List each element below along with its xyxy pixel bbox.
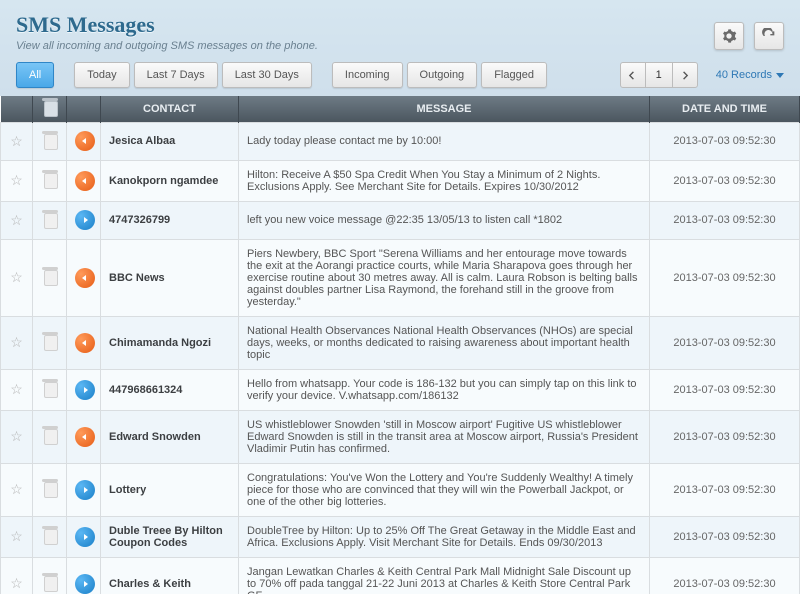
star-icon[interactable]: ☆ bbox=[10, 212, 23, 228]
incoming-icon bbox=[75, 171, 95, 191]
table-row[interactable]: ☆ Charles & Keith Jangan Lewatkan Charles … bbox=[1, 557, 800, 594]
trash-icon[interactable] bbox=[42, 573, 58, 591]
star-icon[interactable]: ☆ bbox=[10, 269, 23, 285]
page-subtitle: View all incoming and outgoing SMS messa… bbox=[0, 40, 800, 62]
trash-icon[interactable] bbox=[42, 267, 58, 285]
message-text: Congratulations: You've Won the Lottery … bbox=[247, 472, 633, 508]
star-icon[interactable]: ☆ bbox=[10, 381, 23, 397]
date-text: 2013-07-03 09:52:30 bbox=[673, 272, 775, 284]
table-row[interactable]: ☆ Kanokporn ngamdee Hilton: Receive A $50 … bbox=[1, 160, 800, 201]
date-text: 2013-07-03 09:52:30 bbox=[673, 214, 775, 226]
contact-name: 447968661324 bbox=[109, 384, 182, 396]
contact-name: Charles & Keith bbox=[109, 578, 191, 590]
date-text: 2013-07-03 09:52:30 bbox=[673, 484, 775, 496]
datetime-header[interactable]: DATE AND TIME bbox=[650, 96, 800, 122]
contact-name: Lottery bbox=[109, 484, 146, 496]
table-row[interactable]: ☆ BBC News Piers Newbery, BBC Sport "Seren… bbox=[1, 239, 800, 316]
date-text: 2013-07-03 09:52:30 bbox=[673, 384, 775, 396]
refresh-button[interactable] bbox=[754, 22, 784, 50]
date-text: 2013-07-03 09:52:30 bbox=[673, 337, 775, 349]
message-text: Hello from whatsapp. Your code is 186-13… bbox=[247, 378, 637, 402]
message-text: Piers Newbery, BBC Sport "Serena William… bbox=[247, 248, 638, 308]
pager-prev[interactable] bbox=[620, 62, 646, 88]
incoming-icon bbox=[75, 333, 95, 353]
star-icon[interactable]: ☆ bbox=[10, 133, 23, 149]
date-text: 2013-07-03 09:52:30 bbox=[673, 175, 775, 187]
filter-toolbar: All Today Last 7 Days Last 30 Days Incom… bbox=[0, 62, 800, 96]
star-icon[interactable]: ☆ bbox=[10, 334, 23, 350]
message-text: Lady today please contact me by 10:00! bbox=[247, 135, 441, 147]
star-icon[interactable]: ☆ bbox=[10, 481, 23, 497]
date-text: 2013-07-03 09:52:30 bbox=[673, 531, 775, 543]
trash-icon[interactable] bbox=[42, 131, 58, 149]
filter-last30[interactable]: Last 30 Days bbox=[222, 62, 312, 88]
gear-icon bbox=[721, 28, 737, 44]
message-text: US whistleblower Snowden 'still in Mosco… bbox=[247, 419, 638, 455]
trash-icon[interactable] bbox=[42, 332, 58, 350]
chevron-right-icon bbox=[680, 71, 689, 80]
filter-last7[interactable]: Last 7 Days bbox=[134, 62, 218, 88]
table-row[interactable]: ☆ Duble Treee By Hilton Coupon Codes Doubl… bbox=[1, 516, 800, 557]
pager-page[interactable]: 1 bbox=[646, 62, 672, 88]
table-row[interactable]: ☆ Chimamanda Ngozi National Health Observa… bbox=[1, 316, 800, 369]
incoming-icon bbox=[75, 268, 95, 288]
records-label: 40 Records bbox=[716, 69, 772, 81]
filter-incoming[interactable]: Incoming bbox=[332, 62, 403, 88]
trash-icon[interactable] bbox=[42, 210, 58, 228]
filter-today[interactable]: Today bbox=[74, 62, 129, 88]
star-icon[interactable]: ☆ bbox=[10, 428, 23, 444]
contact-name: Duble Treee By Hilton Coupon Codes bbox=[109, 525, 223, 549]
trash-icon[interactable] bbox=[42, 170, 58, 188]
refresh-icon bbox=[761, 28, 777, 44]
date-text: 2013-07-03 09:52:30 bbox=[673, 135, 775, 147]
trash-icon[interactable] bbox=[42, 526, 58, 544]
contact-name: Jesica Albaa bbox=[109, 135, 175, 147]
filter-flagged[interactable]: Flagged bbox=[481, 62, 547, 88]
chevron-left-icon bbox=[628, 71, 637, 80]
outgoing-icon bbox=[75, 210, 95, 230]
table-row[interactable]: ☆ 447968661324 Hello from whatsapp. Your c… bbox=[1, 369, 800, 410]
trash-icon[interactable] bbox=[42, 479, 58, 497]
message-text: DoubleTree by Hilton: Up to 25% Off The … bbox=[247, 525, 636, 549]
filter-all[interactable]: All bbox=[16, 62, 54, 88]
table-header-row: CONTACT MESSAGE DATE AND TIME bbox=[1, 96, 800, 122]
messages-table: CONTACT MESSAGE DATE AND TIME ☆ Jesica Al… bbox=[0, 96, 800, 594]
outgoing-icon bbox=[75, 527, 95, 547]
contact-header[interactable]: CONTACT bbox=[101, 96, 239, 122]
contact-name: Kanokporn ngamdee bbox=[109, 175, 218, 187]
message-text: Hilton: Receive A $50 Spa Credit When Yo… bbox=[247, 169, 600, 193]
message-header[interactable]: MESSAGE bbox=[239, 96, 650, 122]
date-text: 2013-07-03 09:52:30 bbox=[673, 431, 775, 443]
contact-name: Chimamanda Ngozi bbox=[109, 337, 211, 349]
incoming-icon bbox=[75, 427, 95, 447]
filter-outgoing[interactable]: Outgoing bbox=[407, 62, 478, 88]
table-row[interactable]: ☆ Jesica Albaa Lady today please contact m… bbox=[1, 122, 800, 160]
records-dropdown[interactable]: 40 Records bbox=[716, 69, 784, 81]
message-text: left you new voice message @22:35 13/05/… bbox=[247, 214, 562, 226]
trash-icon[interactable] bbox=[42, 426, 58, 444]
contact-name: BBC News bbox=[109, 272, 165, 284]
message-text: Jangan Lewatkan Charles & Keith Central … bbox=[247, 566, 631, 594]
pager-next[interactable] bbox=[672, 62, 698, 88]
caret-down-icon bbox=[776, 73, 784, 78]
star-icon[interactable]: ☆ bbox=[10, 575, 23, 591]
date-text: 2013-07-03 09:52:30 bbox=[673, 578, 775, 590]
outgoing-icon bbox=[75, 380, 95, 400]
outgoing-icon bbox=[75, 574, 95, 594]
star-icon[interactable]: ☆ bbox=[10, 528, 23, 544]
incoming-icon bbox=[75, 131, 95, 151]
message-text: National Health Observances National Hea… bbox=[247, 325, 633, 361]
table-row[interactable]: ☆ 4747326799 left you new voice message @2… bbox=[1, 201, 800, 239]
outgoing-icon bbox=[75, 480, 95, 500]
table-row[interactable]: ☆ Edward Snowden US whistleblower Snowden … bbox=[1, 410, 800, 463]
table-row[interactable]: ☆ Lottery Congratulations: You've Won the … bbox=[1, 463, 800, 516]
pager: 1 bbox=[620, 62, 698, 88]
contact-name: 4747326799 bbox=[109, 214, 170, 226]
trash-icon[interactable] bbox=[42, 379, 58, 397]
star-icon[interactable]: ☆ bbox=[10, 172, 23, 188]
page-title: SMS Messages bbox=[0, 0, 800, 40]
settings-button[interactable] bbox=[714, 22, 744, 50]
contact-name: Edward Snowden bbox=[109, 431, 201, 443]
trash-header-icon[interactable] bbox=[42, 98, 58, 116]
